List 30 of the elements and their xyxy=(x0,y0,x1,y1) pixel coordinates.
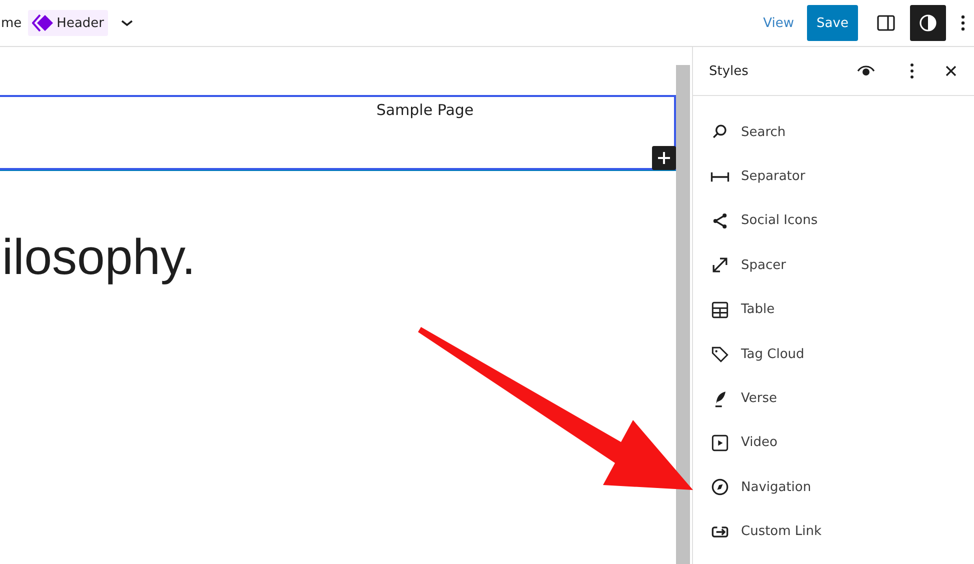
block-style-item[interactable]: Table xyxy=(693,288,974,332)
scrollbar[interactable] xyxy=(676,65,690,564)
close-icon[interactable] xyxy=(945,65,957,77)
block-style-item[interactable]: Custom Link xyxy=(693,510,974,554)
styles-button[interactable] xyxy=(910,5,946,41)
eye-icon[interactable] xyxy=(857,65,875,77)
diamond-icon xyxy=(32,14,54,32)
nav-link[interactable]: Sample Page xyxy=(376,101,474,168)
chevron-down-icon[interactable] xyxy=(120,18,134,28)
block-style-item[interactable]: Spacer xyxy=(693,243,974,288)
block-style-item[interactable]: Video xyxy=(693,420,974,466)
contrast-icon xyxy=(918,13,938,33)
header-block[interactable]: Sample Page xyxy=(0,95,676,170)
sidebar-icon[interactable] xyxy=(876,13,896,33)
save-button[interactable]: Save xyxy=(807,5,858,41)
block-style-item[interactable]: Tag Cloud xyxy=(693,332,974,376)
heading-text: ilosophy. xyxy=(2,228,196,286)
block-style-item[interactable]: Verse xyxy=(693,376,974,421)
block-style-item[interactable]: Separator xyxy=(693,154,974,199)
block-style-item[interactable]: Social Icons xyxy=(693,198,974,244)
block-style-item[interactable]: Search xyxy=(693,110,974,154)
view-link[interactable]: View xyxy=(763,16,794,30)
plus-icon xyxy=(657,151,671,165)
add-block-button[interactable] xyxy=(652,146,676,170)
breadcrumb-text: me xyxy=(1,16,22,30)
more-icon[interactable] xyxy=(909,62,915,80)
more-icon[interactable] xyxy=(960,13,966,33)
template-button[interactable]: Header xyxy=(28,10,108,36)
block-style-item[interactable]: Navigation xyxy=(693,465,974,510)
panel-title: Styles xyxy=(709,64,750,78)
